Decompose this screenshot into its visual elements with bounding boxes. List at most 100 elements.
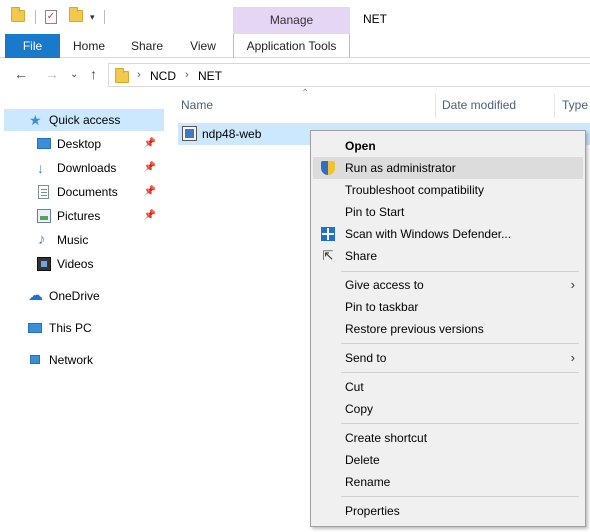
menu-item-share[interactable]: ⇱ Share (313, 245, 583, 267)
nav-item-label: Documents (57, 185, 118, 199)
menu-item-label: Troubleshoot compatibility (345, 183, 484, 197)
uac-shield-icon (321, 161, 335, 175)
menu-separator (341, 343, 579, 344)
documents-icon (38, 185, 49, 199)
menu-separator (341, 271, 579, 272)
toolbar-divider (35, 10, 36, 24)
window-title: NET (363, 12, 387, 26)
address-box[interactable]: › NCD › NET (108, 63, 590, 87)
menu-separator (341, 496, 579, 497)
menu-item-label: Open (345, 139, 376, 153)
column-divider[interactable] (554, 94, 555, 118)
nav-item-quick-access[interactable]: ★ Quick access (4, 109, 164, 131)
menu-item-cut[interactable]: Cut (313, 376, 583, 398)
navigation-pane: ★ Quick access Desktop 📌 ↓ Downloads 📌 D… (0, 92, 165, 532)
menu-item-pin-to-start[interactable]: Pin to Start (313, 201, 583, 223)
menu-item-delete[interactable]: Delete (313, 449, 583, 471)
menu-item-run-as-administrator[interactable]: Run as administrator (313, 157, 583, 179)
menu-item-troubleshoot-compatibility[interactable]: Troubleshoot compatibility (313, 179, 583, 201)
nav-item-documents[interactable]: Documents 📌 (4, 181, 164, 203)
recent-locations-chevron-icon[interactable]: ⌄ (70, 69, 78, 80)
downloads-icon: ↓ (37, 160, 44, 176)
nav-item-desktop[interactable]: Desktop 📌 (4, 133, 164, 155)
toolbar-divider (104, 10, 105, 24)
breadcrumb-net[interactable]: NET (198, 69, 222, 83)
nav-item-network[interactable]: Network (4, 349, 164, 371)
menu-item-label: Restore previous versions (345, 322, 484, 336)
tab-file[interactable]: File (5, 34, 60, 58)
menu-item-label: Give access to (345, 278, 424, 292)
menu-item-label: Run as administrator (345, 161, 456, 175)
nav-item-label: Music (57, 233, 89, 247)
nav-item-downloads[interactable]: ↓ Downloads 📌 (4, 157, 164, 179)
pin-icon[interactable]: 📌 (144, 181, 156, 203)
menu-item-create-shortcut[interactable]: Create shortcut (313, 427, 583, 449)
tab-view[interactable]: View (182, 34, 224, 58)
pin-icon[interactable]: 📌 (144, 157, 156, 179)
menu-item-label: Send to (345, 351, 387, 365)
breadcrumb-separator-icon[interactable]: › (137, 69, 141, 81)
ribbon-tabs: File Home Share View Application Tools (0, 34, 590, 58)
column-divider[interactable] (435, 94, 436, 118)
address-bar-row: ← → ⌄ ↑ › NCD › NET (0, 58, 590, 92)
menu-item-label: Copy (345, 402, 374, 416)
onedrive-icon: ☁ (28, 287, 43, 304)
menu-item-label: Cut (345, 380, 364, 394)
breadcrumb-ncd[interactable]: NCD (150, 69, 176, 83)
menu-item-open[interactable]: Open (313, 135, 583, 157)
menu-item-properties[interactable]: Properties (313, 500, 583, 522)
menu-item-pin-to-taskbar[interactable]: Pin to taskbar (313, 296, 583, 318)
desktop-icon (37, 138, 51, 149)
nav-item-label: Downloads (57, 161, 117, 175)
pin-icon[interactable]: 📌 (144, 205, 156, 227)
menu-item-scan-with-defender[interactable]: Scan with Windows Defender... (313, 223, 583, 245)
menu-item-rename[interactable]: Rename (313, 471, 583, 493)
menu-item-label: Pin to taskbar (345, 300, 419, 314)
customize-dropdown-icon[interactable]: ▾ (90, 12, 95, 23)
installer-icon (182, 126, 197, 141)
nav-item-label: Videos (57, 257, 94, 271)
menu-item-label: Scan with Windows Defender... (345, 227, 512, 241)
forward-arrow-icon[interactable]: → (45, 66, 59, 82)
new-folder-icon[interactable] (69, 7, 83, 22)
up-arrow-icon[interactable]: ↑ (90, 66, 97, 82)
menu-item-label: Share (345, 249, 378, 263)
this-pc-icon (28, 323, 42, 333)
menu-item-copy[interactable]: Copy (313, 398, 583, 420)
breadcrumb-separator-icon[interactable]: › (185, 69, 189, 81)
menu-item-label: Pin to Start (345, 205, 405, 219)
folder-icon[interactable] (11, 7, 25, 22)
folder-icon (115, 68, 129, 83)
nav-item-label: Quick access (49, 113, 121, 127)
star-icon: ★ (29, 112, 42, 128)
menu-separator (341, 423, 579, 424)
menu-item-label: Properties (345, 504, 400, 518)
nav-item-label: Network (49, 353, 94, 367)
defender-icon (321, 227, 335, 241)
context-menu: Open Run as administrator Troubleshoot c… (310, 130, 586, 527)
submenu-arrow-icon: › (570, 350, 575, 365)
back-arrow-icon[interactable]: ← (14, 66, 28, 82)
nav-item-pictures[interactable]: Pictures 📌 (4, 205, 164, 227)
menu-item-give-access-to[interactable]: Give access to › (313, 274, 583, 296)
nav-item-label: Desktop (57, 137, 102, 151)
nav-item-label: This PC (49, 321, 92, 335)
nav-item-onedrive[interactable]: ☁ OneDrive (4, 285, 164, 307)
column-header-name[interactable]: Name (181, 92, 431, 118)
menu-item-send-to[interactable]: Send to › (313, 347, 583, 369)
tab-application-tools[interactable]: Application Tools (233, 34, 350, 58)
properties-icon[interactable]: ✓ (45, 10, 57, 24)
nav-item-label: OneDrive (49, 289, 100, 303)
nav-item-videos[interactable]: Videos (4, 253, 164, 275)
tab-home[interactable]: Home (66, 34, 112, 58)
menu-item-restore-previous-versions[interactable]: Restore previous versions (313, 318, 583, 340)
column-header-date-modified[interactable]: Date modified (442, 92, 552, 118)
menu-item-label: Create shortcut (345, 431, 428, 445)
nav-item-this-pc[interactable]: This PC (4, 317, 164, 339)
tab-share[interactable]: Share (124, 34, 170, 58)
nav-item-music[interactable]: ♪ Music (4, 229, 164, 251)
manage-contextual-tab[interactable]: Manage (233, 7, 350, 34)
submenu-arrow-icon: › (570, 277, 575, 292)
column-header-type[interactable]: Type (562, 92, 590, 118)
pin-icon[interactable]: 📌 (144, 133, 156, 155)
